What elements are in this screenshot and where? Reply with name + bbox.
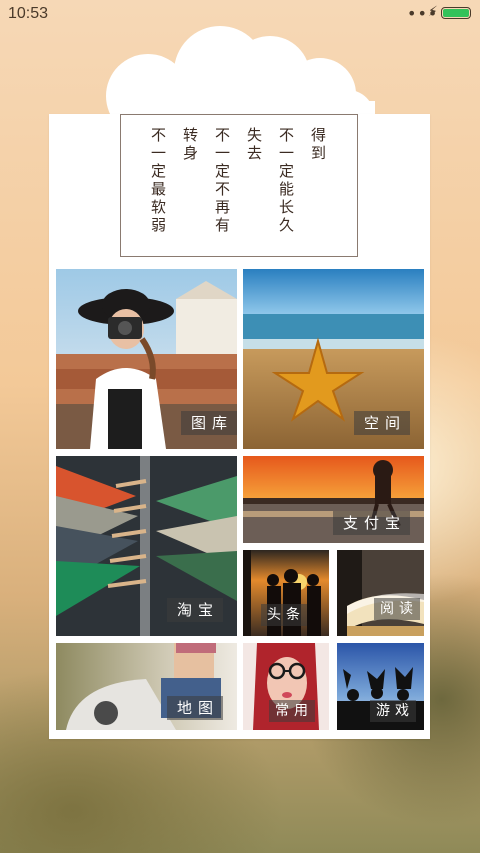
poem-line-6: 不一定最软弱 xyxy=(149,127,167,235)
tile-reading-label: 阅读 xyxy=(374,598,420,620)
tile-common[interactable]: 常用 xyxy=(243,643,329,730)
status-bar: 10:53 ••• ⚡ xyxy=(0,0,480,28)
poem-line-2: 不一定能长久 xyxy=(277,127,295,235)
status-time: 10:53 xyxy=(8,5,49,22)
tile-map-label: 地图 xyxy=(166,696,223,720)
tile-headlines-label: 头条 xyxy=(261,604,307,626)
tile-alipay-label: 支付宝 xyxy=(332,511,410,535)
tile-headlines[interactable]: 头条 xyxy=(243,550,329,636)
tile-map[interactable]: 地图 xyxy=(56,643,237,730)
tile-common-label: 常用 xyxy=(269,700,315,722)
poem-line-1: 得到 xyxy=(309,127,327,163)
tile-reading[interactable]: 阅读 xyxy=(337,550,424,636)
tile-games-label: 游戏 xyxy=(370,700,416,722)
poem-line-5: 转身 xyxy=(181,127,199,163)
poem-box: 得到 不一定能长久 失去 不一定不再有 转身 不一定最软弱 xyxy=(120,114,358,257)
reading-photo xyxy=(337,550,424,636)
poem-line-3: 失去 xyxy=(245,127,263,163)
tile-gallery[interactable]: 图库 xyxy=(56,269,237,449)
battery-icon xyxy=(441,7,471,19)
tile-space[interactable]: 空间 xyxy=(243,269,424,449)
tile-alipay[interactable]: 支付宝 xyxy=(243,456,424,543)
tile-games[interactable]: 游戏 xyxy=(337,643,424,730)
main-card: 得到 不一定能长久 失去 不一定不再有 转身 不一定最软弱 图库 空间 淘宝 支… xyxy=(49,114,430,739)
tile-taobao[interactable]: 淘宝 xyxy=(56,456,237,636)
tile-gallery-label: 图库 xyxy=(180,411,237,435)
tile-space-label: 空间 xyxy=(353,411,410,435)
charging-icon: ⚡ xyxy=(428,4,438,20)
poem-line-4: 不一定不再有 xyxy=(213,127,231,235)
tile-taobao-label: 淘宝 xyxy=(166,598,223,622)
